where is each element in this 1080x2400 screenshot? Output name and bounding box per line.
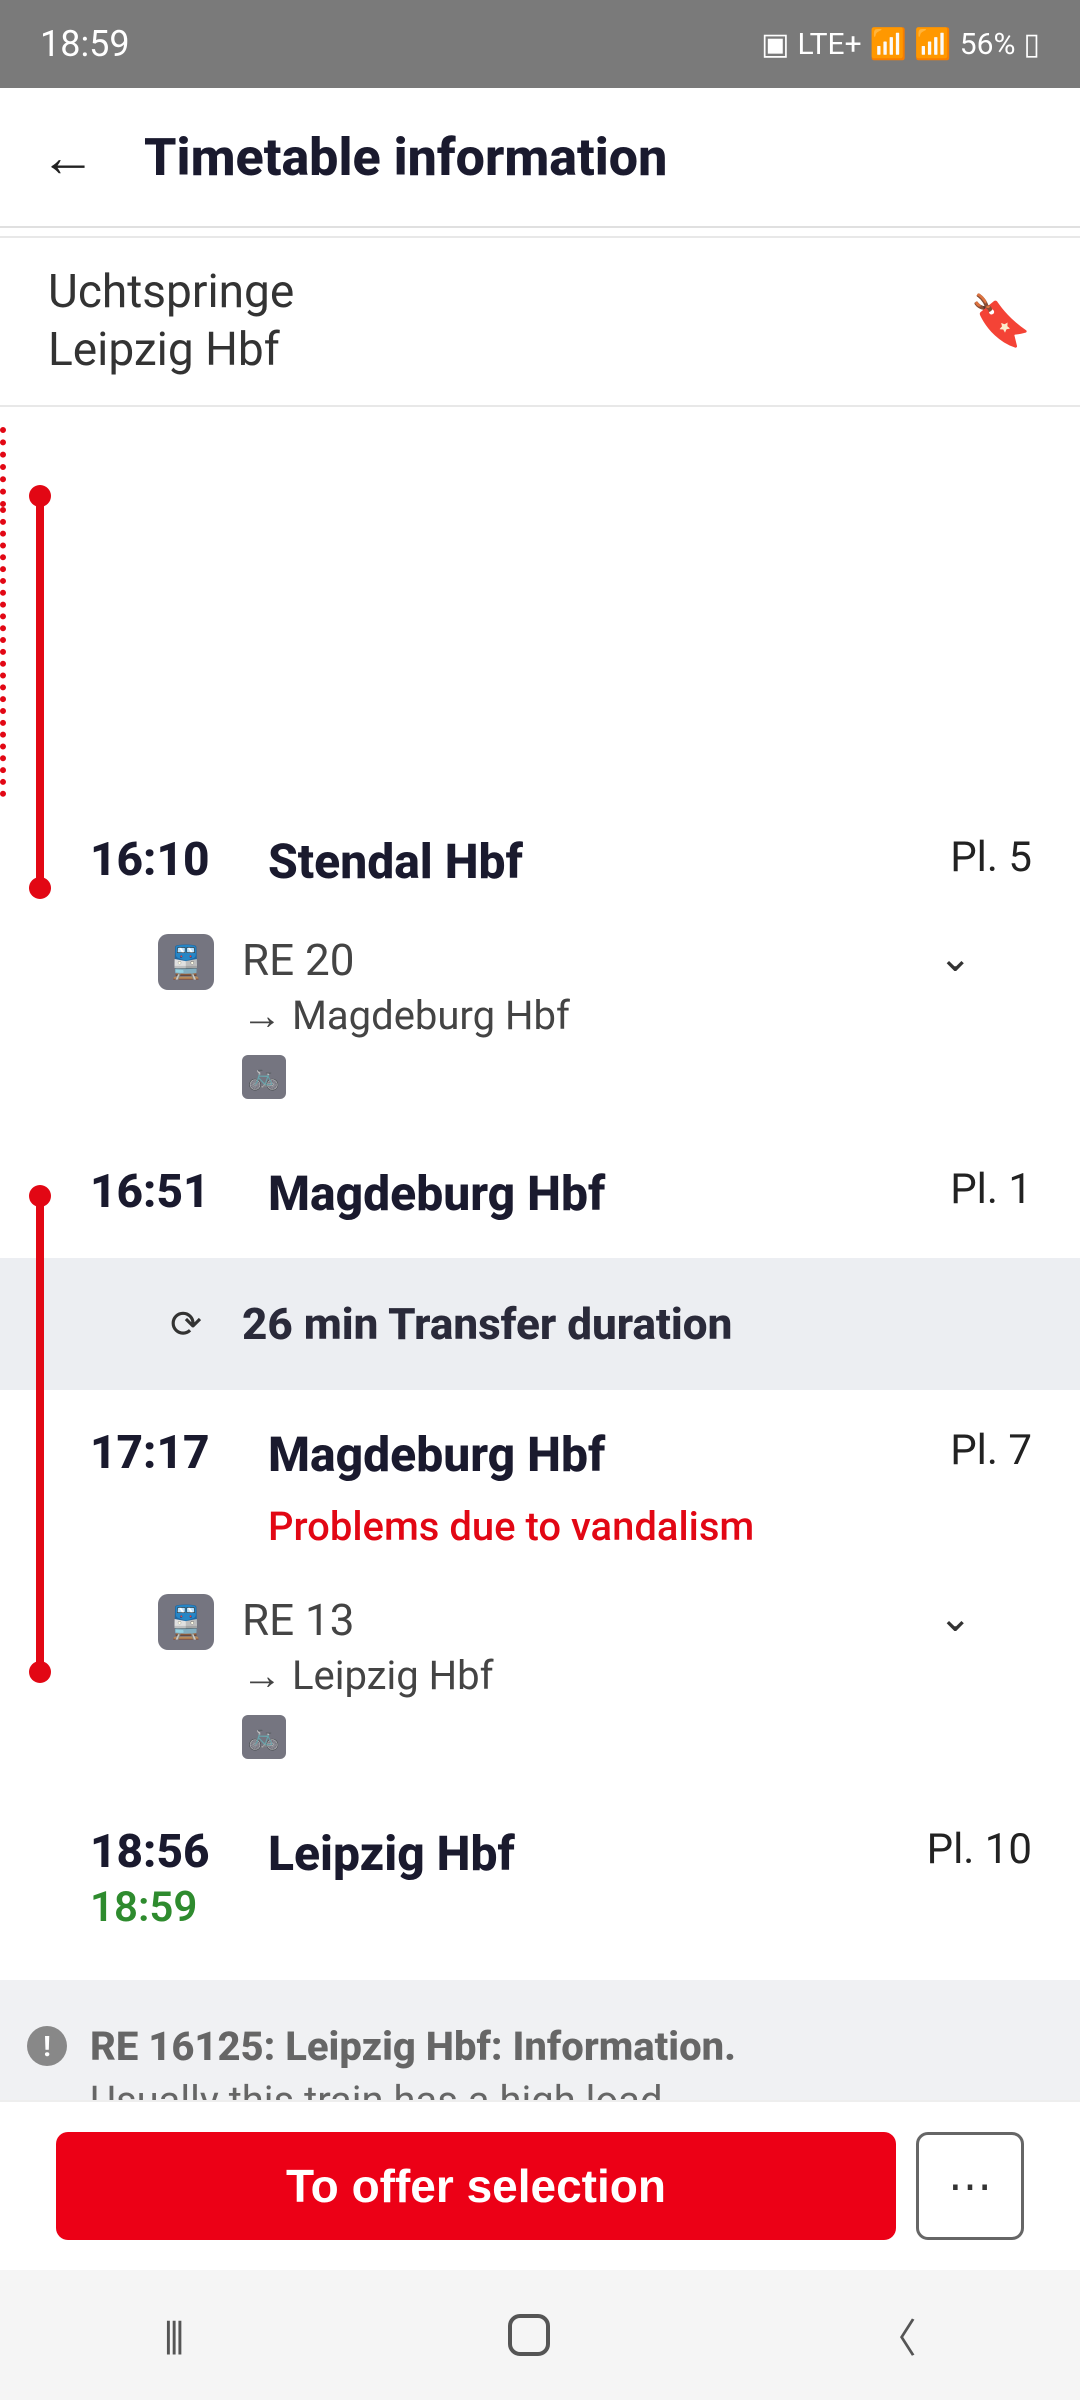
page-title: Timetable information <box>144 127 667 188</box>
depart-station: Magdeburg Hbf <box>268 1426 864 1483</box>
arrive-time: 16:51 <box>90 1165 240 1219</box>
arrive-platform: Pl. 10 <box>892 1825 1032 1874</box>
transfer-banner: ⟳ 26 min Transfer duration <box>0 1258 1080 1390</box>
chevron-down-icon[interactable]: ⌄ <box>938 934 1032 981</box>
stop-row-depart: 16:10 Stendal Hbf Pl. 5 <box>0 797 1080 926</box>
info-icon: ! <box>27 2026 67 2066</box>
disruption-warning: Problems due to vandalism <box>268 1503 864 1550</box>
nav-recent-button[interactable]: ||| <box>163 2312 180 2359</box>
offer-selection-button[interactable]: To offer selection <box>56 2132 896 2240</box>
timeline-solid <box>36 495 44 885</box>
bike-icon: 🚲 <box>242 1055 286 1099</box>
route-from: Uchtspringe <box>48 264 294 322</box>
action-bar: To offer selection ⋯ <box>0 2100 1080 2270</box>
network-type: LTE+ <box>798 27 862 62</box>
train-icon: 🚆 <box>158 1594 214 1650</box>
info-headline: RE 16125: Leipzig Hbf: Information. <box>90 2023 736 2070</box>
train-name: RE 13 <box>242 1594 910 1646</box>
arrive-platform: Pl. 1 <box>892 1165 1032 1214</box>
route-to: Leipzig Hbf <box>48 322 294 380</box>
arrive-actual-time: 18:59 <box>90 1883 240 1932</box>
depart-time: 17:17 <box>90 1426 240 1480</box>
timeline-dotted <box>0 427 6 507</box>
battery-saver-icon: ▣ <box>761 27 789 62</box>
stop-row-depart: 17:17 Magdeburg Hbf Problems due to vand… <box>0 1390 1080 1586</box>
train-icon: 🚆 <box>158 934 214 990</box>
arrive-station: Magdeburg Hbf <box>268 1165 864 1222</box>
depart-platform: Pl. 7 <box>892 1426 1032 1475</box>
depart-platform: Pl. 5 <box>892 833 1032 882</box>
journey-timeline: 16:10 Stendal Hbf Pl. 5 🚆 RE 20 Magdebur… <box>0 407 1080 1968</box>
chevron-down-icon[interactable]: ⌄ <box>938 1594 1032 1641</box>
train-direction: Magdeburg Hbf <box>242 992 910 1039</box>
transfer-icon: ⟳ <box>158 1302 214 1347</box>
nav-back-button[interactable]: 〈 <box>877 2306 917 2364</box>
bookmark-icon[interactable]: 🔖 <box>970 293 1032 351</box>
transfer-duration: 26 min Transfer duration <box>242 1298 732 1350</box>
battery-icon: ▯ <box>1023 27 1040 62</box>
depart-time: 16:10 <box>90 833 240 887</box>
train-direction: Leipzig Hbf <box>242 1652 910 1699</box>
timeline-dot <box>29 1661 51 1683</box>
timeline-dotted <box>0 507 6 797</box>
more-options-button[interactable]: ⋯ <box>916 2132 1024 2240</box>
battery-percent: 56% <box>960 27 1016 62</box>
arrive-time: 18:56 <box>90 1825 240 1879</box>
route-stations: Uchtspringe Leipzig Hbf <box>48 264 294 379</box>
app-header: ← Timetable information <box>0 88 1080 228</box>
status-indicators: ▣ LTE+ 📶 📶 56% ▯ <box>761 27 1040 62</box>
signal-icon: 📶 📶 <box>870 27 952 62</box>
android-nav-bar: ||| 〈 <box>0 2270 1080 2400</box>
back-button[interactable]: ← <box>40 124 96 190</box>
stop-row-arrive: 18:56 18:59 Leipzig Hbf Pl. 10 <box>0 1789 1080 1968</box>
stop-row-arrive: 16:51 Magdeburg Hbf Pl. 1 <box>0 1129 1080 1258</box>
timeline-solid <box>36 1195 44 1665</box>
train-name: RE 20 <box>242 934 910 986</box>
route-summary: Uchtspringe Leipzig Hbf 🔖 <box>0 236 1080 407</box>
train-segment[interactable]: 🚆 RE 20 Magdeburg Hbf 🚲 ⌄ <box>0 926 1080 1129</box>
train-segment[interactable]: 🚆 RE 13 Leipzig Hbf 🚲 ⌄ <box>0 1586 1080 1789</box>
timeline-dot <box>29 877 51 899</box>
arrive-station: Leipzig Hbf <box>268 1825 864 1882</box>
status-time: 18:59 <box>40 23 130 65</box>
bike-icon: 🚲 <box>242 1715 286 1759</box>
nav-home-button[interactable] <box>508 2314 550 2356</box>
depart-station: Stendal Hbf <box>268 833 864 890</box>
android-status-bar: 18:59 ▣ LTE+ 📶 📶 56% ▯ <box>0 0 1080 88</box>
